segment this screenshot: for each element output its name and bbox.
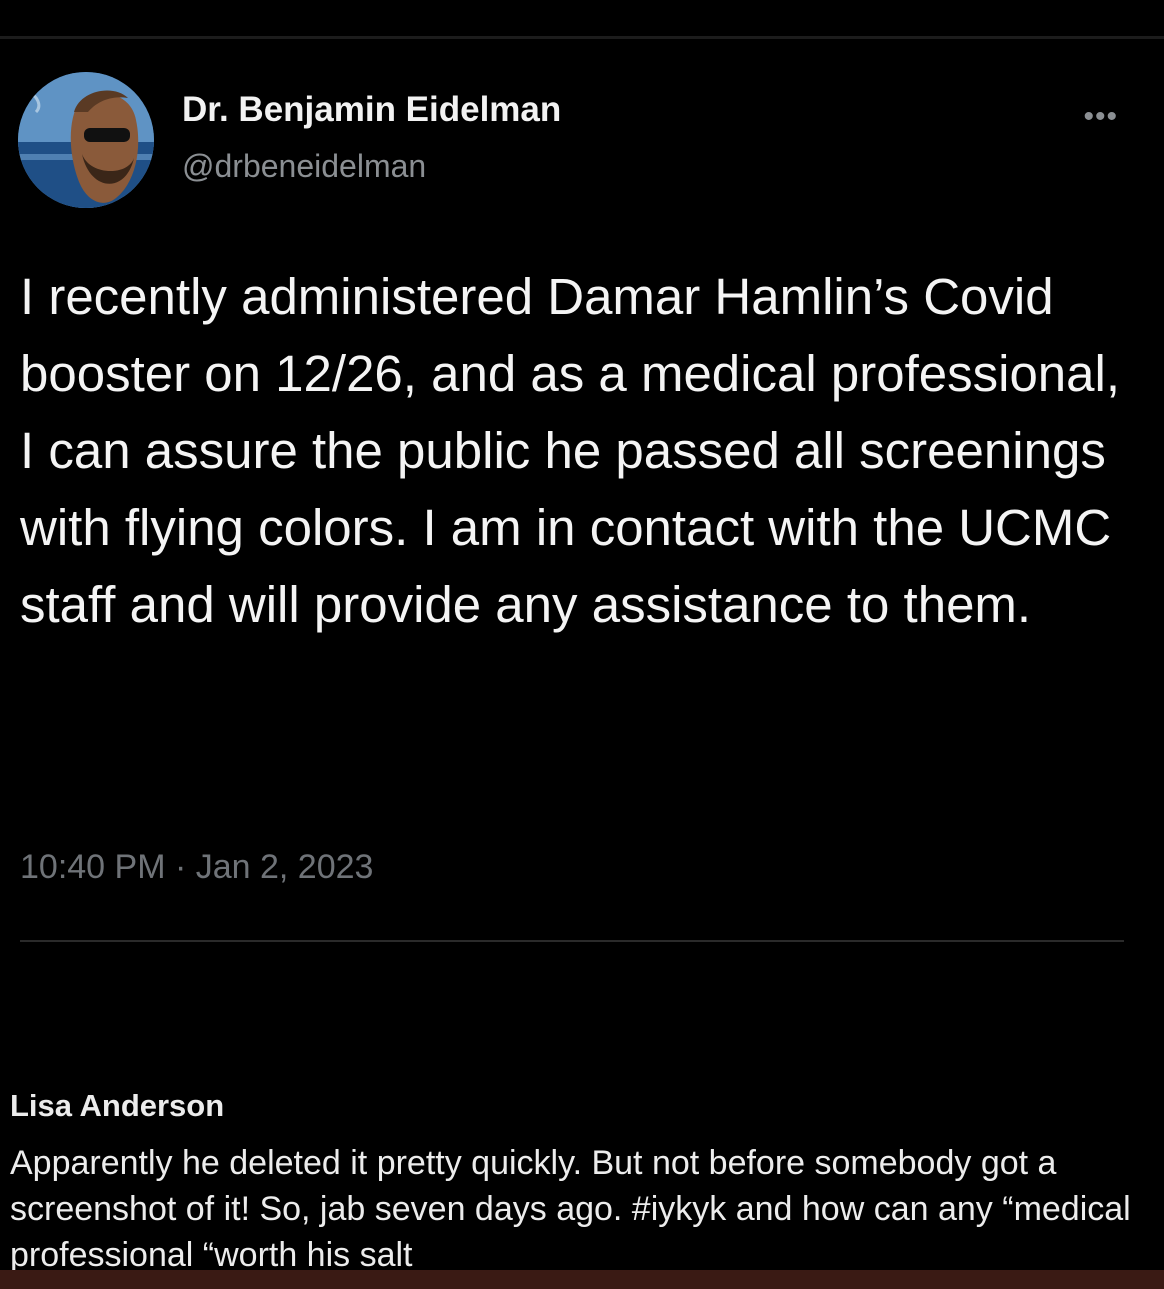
tweet-text: I recently administered Damar Hamlin’s C… <box>20 268 1121 633</box>
avatar[interactable] <box>18 72 154 208</box>
tweet-divider <box>20 940 1124 942</box>
more-options-icon[interactable]: ••• <box>1083 102 1118 132</box>
bottom-strip <box>0 1270 1164 1289</box>
tweet-header: Dr. Benjamin Eidelman @drbeneidelman ••• <box>18 72 1128 212</box>
tweet-timestamp[interactable]: 10:40 PM · Jan 2, 2023 <box>20 848 373 887</box>
comment-author[interactable]: Lisa Anderson <box>10 1088 224 1124</box>
tweet-author-handle[interactable]: @drbeneidelman <box>182 148 426 185</box>
top-divider <box>0 36 1164 39</box>
avatar-image <box>18 72 154 208</box>
tweet-author-name[interactable]: Dr. Benjamin Eidelman <box>182 90 561 130</box>
comment-text: Apparently he deleted it pretty quickly.… <box>10 1144 1131 1274</box>
